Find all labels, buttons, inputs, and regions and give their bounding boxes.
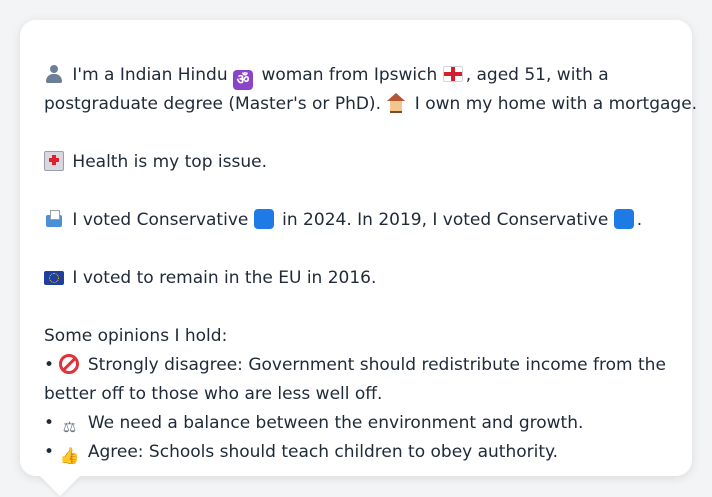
opinion-item: • 👍 Agree: Schools should teach children… bbox=[44, 438, 668, 467]
eu-flag-icon bbox=[44, 271, 64, 285]
vote-text-1: I voted Conservative bbox=[72, 210, 249, 230]
opinion-text: We need a balance between the environmen… bbox=[87, 413, 584, 433]
om-icon: ॐ bbox=[233, 70, 254, 90]
opinion-item-continued: better off to those who are less well of… bbox=[44, 380, 668, 409]
opinion-item: • Strongly disagree: Government should r… bbox=[44, 351, 668, 380]
opinion-text: Strongly disagree: Government should red… bbox=[87, 355, 666, 375]
intro-text-2: woman from Ipswich bbox=[261, 65, 438, 85]
intro-text-4: postgraduate degree (Master's or PhD). bbox=[44, 94, 381, 114]
intro-text-1: I'm a Indian Hindu bbox=[72, 65, 228, 85]
ballot-box-icon bbox=[44, 209, 64, 229]
house-icon bbox=[386, 93, 406, 113]
no-entry-icon bbox=[59, 354, 80, 374]
brexit-line: I voted to remain in the EU in 2016. bbox=[44, 264, 668, 293]
opinion-text: better off to those who are less well of… bbox=[44, 384, 383, 404]
flag-england-icon bbox=[442, 66, 463, 82]
opinion-item: • ⚖ We need a balance between the enviro… bbox=[44, 409, 668, 438]
hospital-icon bbox=[44, 151, 64, 171]
top-issue-text: Health is my top issue. bbox=[72, 152, 267, 172]
blue-square-icon bbox=[613, 209, 634, 229]
intro-paragraph: I'm a Indian Hindu ॐ woman from Ipswich … bbox=[44, 61, 697, 119]
bubble-tail bbox=[40, 476, 80, 496]
thumbs-up-icon: 👍 bbox=[59, 446, 80, 465]
vote-text-3: . bbox=[636, 210, 643, 230]
blue-square-icon bbox=[253, 209, 274, 229]
bullet: • bbox=[44, 413, 55, 433]
intro-text-5: I own my home with a mortgage. bbox=[414, 94, 698, 114]
bullet: • bbox=[44, 355, 55, 375]
intro-text-3: , aged 51, with a bbox=[465, 65, 609, 85]
opinions-list: Some opinions I hold: • Strongly disagre… bbox=[44, 322, 668, 467]
person-icon bbox=[44, 64, 64, 84]
persona-message-bubble: I'm a Indian Hindu ॐ woman from Ipswich … bbox=[20, 20, 697, 476]
top-issue-line: Health is my top issue. bbox=[44, 148, 668, 177]
vote-text-2: in 2024. In 2019, I voted Conservative bbox=[282, 210, 609, 230]
vote-history-line: I voted Conservative in 2024. In 2019, I… bbox=[44, 206, 668, 235]
opinion-text: Agree: Schools should teach children to … bbox=[87, 442, 559, 462]
opinions-heading: Some opinions I hold: bbox=[44, 326, 228, 346]
brexit-text: I voted to remain in the EU in 2016. bbox=[72, 268, 377, 288]
balance-scale-icon: ⚖ bbox=[62, 418, 77, 436]
intro-line-1: I'm a Indian Hindu ॐ woman from Ipswich … bbox=[44, 61, 668, 90]
intro-line-2: postgraduate degree (Master's or PhD). I… bbox=[44, 90, 697, 119]
bullet: • bbox=[44, 442, 55, 462]
